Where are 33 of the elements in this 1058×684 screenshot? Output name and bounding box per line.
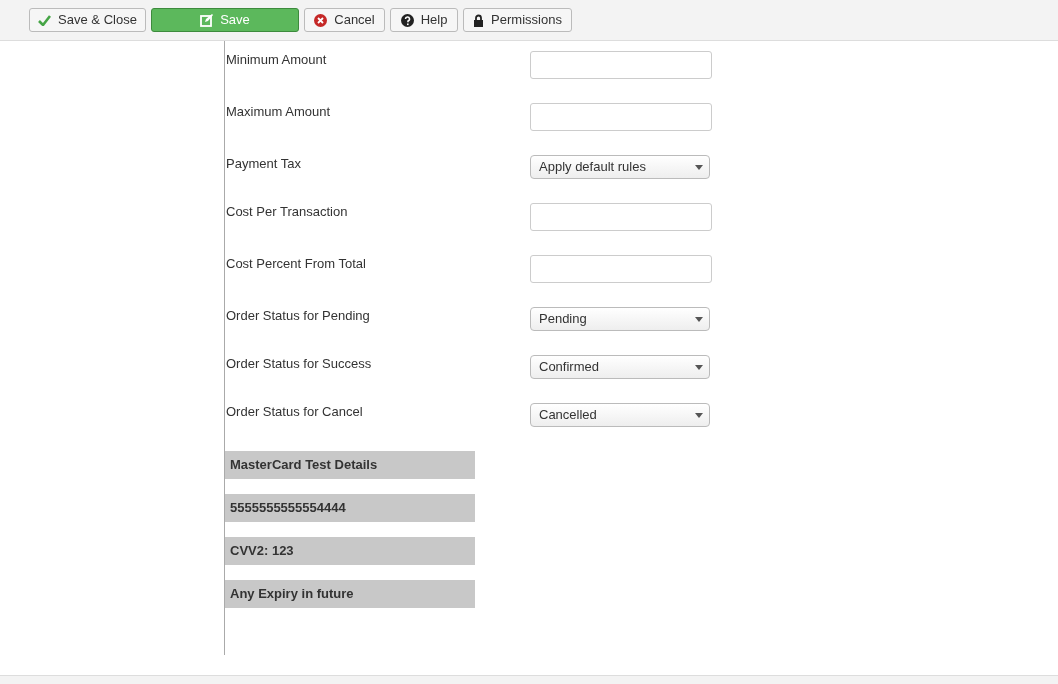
caret-icon (695, 412, 703, 418)
close-icon (314, 13, 328, 27)
info-bar: 5555555555554444 (225, 494, 475, 522)
field-label: Order Status for Cancel (225, 403, 364, 420)
input-field[interactable] (530, 255, 712, 283)
caret-icon (695, 164, 703, 170)
dropdown[interactable]: Apply default rules (530, 155, 710, 179)
toolbar-button[interactable]: Help (390, 8, 458, 32)
check-icon (38, 14, 52, 26)
toolbar-button[interactable]: Cancel (304, 8, 385, 32)
caret-icon (695, 364, 703, 370)
field-label: Payment Tax (225, 155, 302, 172)
info-bar: Any Expiry in future (225, 580, 475, 608)
input-field[interactable] (530, 203, 712, 231)
input-field[interactable] (530, 103, 712, 131)
input-field[interactable] (530, 51, 712, 79)
field-label: Maximum Amount (225, 103, 332, 120)
toolbar-button[interactable]: Save & Close (29, 8, 146, 32)
info-bar: MasterCard Test Details (225, 451, 475, 479)
field-label: Cost Per Transaction (225, 203, 349, 220)
field-label: Order Status for Success (225, 355, 373, 372)
edit-icon (200, 13, 214, 27)
dropdown[interactable]: Cancelled (530, 403, 710, 427)
field-label: Order Status for Pending (225, 307, 371, 324)
toolbar-button[interactable]: Permissions (463, 8, 572, 32)
lock-icon (473, 13, 485, 27)
caret-icon (695, 316, 703, 322)
dropdown[interactable]: Pending (530, 307, 710, 331)
field-label: Cost Percent From Total (225, 255, 367, 272)
dropdown[interactable]: Confirmed (530, 355, 710, 379)
help-icon (400, 13, 414, 27)
field-label: Minimum Amount (225, 51, 328, 68)
info-bar: CVV2: 123 (225, 537, 475, 565)
